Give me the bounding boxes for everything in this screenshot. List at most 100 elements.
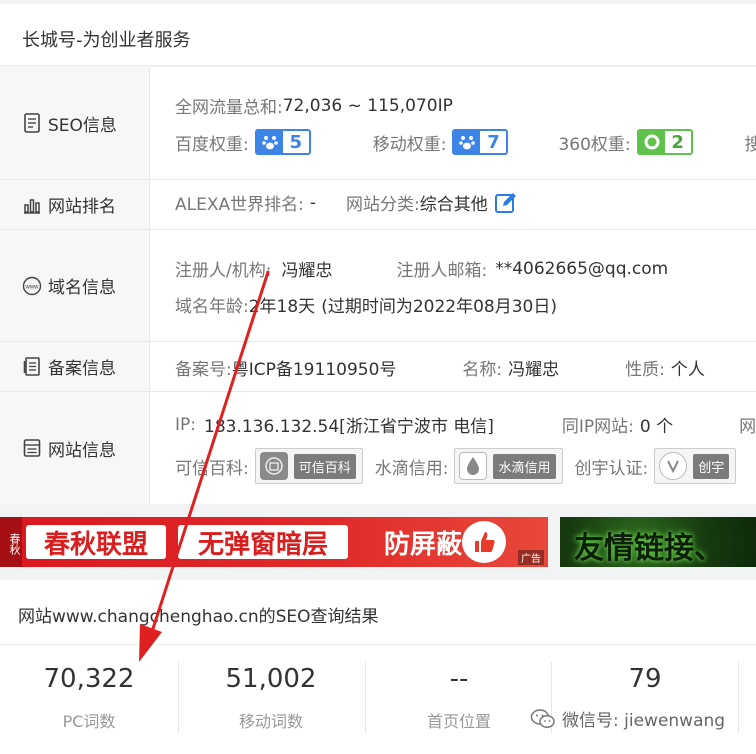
kexin-emblem-icon: [259, 452, 288, 480]
friend-link-banner[interactable]: 友情链接、: [560, 517, 756, 567]
icp-number-label: 备案号:: [175, 360, 232, 380]
svg-text:www: www: [25, 284, 40, 290]
www-icon: www: [22, 276, 42, 296]
icp-nature-label: 性质:: [625, 360, 665, 380]
rank-info-row: 网站排名 ALEXA世界排名: - 网站分类: 综合其他: [0, 180, 756, 230]
stat-label: 移动词数: [238, 712, 303, 731]
ad-slogan-2: 无弹窗暗层: [178, 525, 348, 560]
stat-value: --: [449, 664, 469, 694]
kexin-badge-text: 可信百科: [293, 453, 356, 479]
domain-info-row: www 域名信息 注册人/机构: 冯耀忠 注册人邮箱: **4062665@qq…: [0, 230, 756, 342]
shuidi-label: 水滴信用:: [374, 458, 449, 479]
truncated-label: 搜: [744, 134, 756, 155]
results-title: 网站www.changchenghao.cn的SEO查询结果: [18, 607, 379, 627]
stat-value: 79: [628, 664, 662, 694]
360-weight-value: 2: [664, 131, 691, 153]
age-line: 域名年龄: 2年18天 (过期时间为2022年08月30日): [175, 292, 557, 317]
baidu-weight-value: 5: [282, 131, 309, 153]
friend-link-text: 友情链接、: [574, 531, 724, 566]
traffic-label: 全网流量总和:: [175, 98, 283, 118]
chuangyu-label: 创宇认证:: [574, 458, 649, 479]
registrant-value: 冯耀忠: [281, 261, 333, 281]
360-icon: [638, 131, 665, 153]
wechat-icon: [530, 708, 556, 730]
shuidi-badge[interactable]: 水滴信用: [454, 448, 563, 484]
alexa-label: ALEXA世界排名:: [175, 195, 304, 215]
icp-line: 备案号: 粤ICP备19110950号 名称: 冯耀忠 性质: 个人: [175, 355, 705, 380]
rank-info-label: 网站排名: [0, 180, 150, 229]
info-table: SEO信息 全网流量总和: 72,036 ~ 115,070IP 百度权重: 5…: [0, 67, 756, 504]
kexin-badge[interactable]: 可信百科: [254, 448, 363, 484]
registrant-label: 注册人/机构:: [175, 261, 272, 281]
shuidi-badge-text: 水滴信用: [493, 453, 556, 479]
site-info-label: 网站信息: [0, 392, 150, 504]
ad-slogan-1: 春秋联盟: [26, 525, 166, 560]
category-label: 网站分类:: [346, 195, 420, 215]
v-shield-icon: [659, 452, 688, 480]
category-value: 综合其他: [419, 195, 488, 215]
domain-expiry: (过期时间为2022年08月30日): [321, 297, 557, 317]
paw-icon: [256, 131, 283, 153]
stat-label: PC词数: [62, 712, 116, 731]
stat-value: 70,322: [43, 664, 135, 694]
rank-info-body: ALEXA世界排名: - 网站分类: 综合其他: [175, 180, 756, 229]
chuangyu-badge-text: 创宇: [693, 453, 730, 479]
row-label-text: 域名信息: [48, 278, 116, 298]
divider: [0, 644, 756, 645]
truncated-label: 网: [739, 417, 756, 437]
kexin-label: 可信百科:: [175, 458, 249, 479]
stat-homepage-position[interactable]: -- 首页位置: [370, 660, 548, 740]
registrant-line: 注册人/机构: 冯耀忠 注册人邮箱: **4062665@qq.com: [175, 256, 668, 282]
chuangyu-badge[interactable]: 创宇: [654, 448, 737, 484]
email-label: 注册人邮箱:: [396, 261, 488, 281]
weights-line: 百度权重: 5 移动权重: 7 360权重: 2 搜: [175, 129, 756, 155]
row-label-text: SEO信息: [48, 115, 117, 136]
baidu-weight-badge[interactable]: 5: [254, 129, 311, 155]
same-ip-value[interactable]: 0 个: [640, 412, 673, 437]
icp-nature-value: 个人: [670, 360, 705, 380]
domain-info-body: 注册人/机构: 冯耀忠 注册人邮箱: **4062665@qq.com 域名年龄…: [175, 230, 756, 341]
domain-age-value: 2年18天: [248, 297, 316, 317]
record-book-icon: [22, 356, 42, 377]
thumbs-up-icon: [462, 521, 506, 563]
ad-banner[interactable]: 春秋 春秋联盟 无弹窗暗层 防屏蔽 广告: [0, 517, 548, 567]
ip-label: IP:: [175, 414, 196, 435]
document-icon: [22, 113, 42, 133]
domain-info-label: www 域名信息: [0, 230, 150, 341]
mobile-weight-badge[interactable]: 7: [452, 129, 509, 155]
baidu-weight-label: 百度权重:: [175, 134, 249, 155]
stat-divider: [178, 662, 179, 734]
row-label-text: 备案信息: [48, 359, 116, 379]
domain-age-label: 域名年龄:: [175, 297, 249, 317]
same-ip-label: 同IP网站:: [561, 417, 634, 437]
ad-slogan-3: 防屏蔽: [383, 529, 462, 560]
alexa-value: -: [309, 192, 316, 213]
mobile-weight-value: 7: [480, 131, 507, 153]
seo-info-body: 全网流量总和: 72,036 ~ 115,070IP 百度权重: 5 移动权重:…: [175, 67, 756, 179]
page-title: 长城号-为创业者服务: [22, 30, 191, 51]
ad-tag: 广告: [518, 550, 544, 565]
icp-name-label: 名称:: [462, 360, 503, 380]
paw-icon: [454, 131, 481, 153]
360-weight-badge[interactable]: 2: [636, 129, 693, 155]
wechat-watermark: 微信号: jiewenwang: [530, 706, 725, 731]
stat-divider: [738, 662, 739, 734]
icp-info-row: 备案信息 备案号: 粤ICP备19110950号 名称: 冯耀忠 性质: 个人: [0, 342, 756, 392]
stat-mobile-keywords[interactable]: 51,002 移动词数: [182, 660, 360, 740]
server-icon: [22, 438, 42, 458]
stat-pc-keywords[interactable]: 70,322 PC词数: [0, 660, 178, 740]
watermark-text: 微信号: jiewenwang: [562, 711, 726, 731]
bar-chart-icon: [22, 195, 42, 215]
traffic-value: 72,036 ~ 115,070IP: [282, 95, 453, 116]
edit-icon[interactable]: [494, 191, 518, 215]
page: 长城号-为创业者服务 SEO信息 全网流量总和: 72,036 ~ 115,07…: [0, 0, 756, 754]
seo-info-label: SEO信息: [0, 67, 150, 179]
icp-info-label: 备案信息: [0, 342, 150, 391]
icp-number-value: 粤ICP备19110950号: [231, 360, 397, 380]
ip-value: 183.136.132.54[浙江省宁波市 电信]: [204, 417, 494, 437]
stat-value: 51,002: [225, 664, 317, 694]
water-drop-icon: [459, 452, 488, 480]
ip-line: IP: 183.136.132.54[浙江省宁波市 电信] 同IP网站: 0 个…: [175, 412, 756, 438]
site-info-body: IP: 183.136.132.54[浙江省宁波市 电信] 同IP网站: 0 个…: [175, 392, 756, 504]
ad-logo: 春秋: [0, 517, 22, 567]
